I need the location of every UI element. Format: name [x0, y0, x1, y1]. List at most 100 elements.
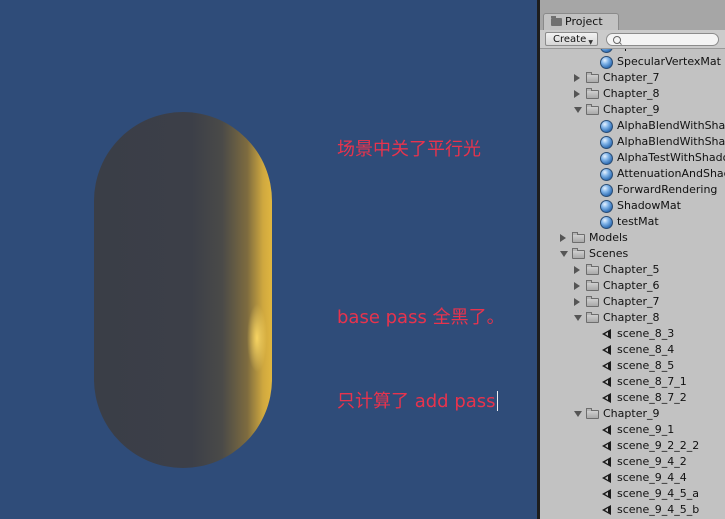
tree-item-label: AlphaBlendWithShadow — [617, 119, 725, 132]
create-button[interactable]: Create ▼ — [545, 32, 598, 46]
project-tree-list: SpecularVertexLevelSpecularVertexMatChap… — [540, 49, 725, 518]
tree-item-label: AttenuationAndShadowMat — [617, 167, 725, 180]
tree-scene-item[interactable]: scene_9_4_5_a — [540, 486, 725, 502]
tree-folder-item[interactable]: Models — [540, 230, 725, 246]
tree-item-label: scene_9_4_2 — [617, 455, 687, 468]
unity-scene-icon — [600, 329, 611, 340]
tree-item-label: Chapter_7 — [603, 295, 660, 308]
expand-arrow-down-icon[interactable] — [574, 107, 582, 113]
tab-project[interactable]: Project — [543, 13, 619, 30]
unity-scene-icon — [600, 345, 611, 356]
scene-view[interactable]: 场景中关了平行光 base pass 全黑了。 只计算了 add pass — [0, 0, 537, 519]
tree-scene-item[interactable]: scene_9_4_4 — [540, 470, 725, 486]
tree-item-label: scene_8_7_2 — [617, 391, 687, 404]
tree-item-label: scene_9_2_2_2 — [617, 439, 700, 452]
project-toolbar: Create ▼ — [540, 30, 725, 49]
folder-icon — [586, 280, 599, 291]
tree-item-label: scene_8_3 — [617, 327, 675, 340]
project-tree[interactable]: SpecularVertexLevelSpecularVertexMatChap… — [540, 49, 725, 519]
tree-folder-item[interactable]: Chapter_9 — [540, 102, 725, 118]
material-sphere-icon — [600, 136, 613, 149]
unity-scene-icon — [600, 361, 611, 372]
tree-folder-item[interactable]: Chapter_8 — [540, 310, 725, 326]
unity-scene-icon — [600, 473, 611, 484]
tree-material-item[interactable]: AlphaBlendWithShadowMat — [540, 134, 725, 150]
tree-scene-item[interactable]: scene_8_3 — [540, 326, 725, 342]
project-panel: Project Create ▼ SpecularVertexLevelSpec… — [540, 0, 725, 519]
unity-scene-icon — [600, 377, 611, 388]
tree-item-label: scene_8_4 — [617, 343, 675, 356]
tree-folder-item[interactable]: Chapter_5 — [540, 262, 725, 278]
expand-arrow-right-icon[interactable] — [574, 266, 580, 274]
material-sphere-icon — [600, 56, 613, 69]
folder-icon — [586, 296, 599, 307]
unity-scene-icon — [600, 489, 611, 500]
tree-folder-item[interactable]: Chapter_6 — [540, 278, 725, 294]
tree-item-label: scene_9_4_5_b — [617, 503, 700, 516]
tree-material-item[interactable]: AlphaBlendWithShadow — [540, 118, 725, 134]
annotation-line-3: 只计算了 add pass — [337, 388, 505, 416]
text-caret — [496, 391, 498, 411]
expand-arrow-down-icon[interactable] — [560, 251, 568, 257]
tree-material-item[interactable]: SpecularVertexMat — [540, 54, 725, 70]
tree-material-item[interactable]: ShadowMat — [540, 198, 725, 214]
tree-item-label: AlphaTestWithShadow — [617, 151, 725, 164]
tab-bar: Project — [540, 0, 725, 30]
tree-item-label: scene_8_7_1 — [617, 375, 687, 388]
unity-scene-icon — [600, 457, 611, 468]
tree-item-label: Chapter_9 — [603, 103, 660, 116]
expand-arrow-right-icon[interactable] — [574, 298, 580, 306]
material-sphere-icon — [600, 216, 613, 229]
expand-arrow-down-icon[interactable] — [574, 315, 582, 321]
dropdown-caret-icon: ▼ — [588, 39, 593, 46]
folder-icon — [586, 408, 599, 419]
tree-folder-item[interactable]: Chapter_8 — [540, 86, 725, 102]
material-sphere-icon — [600, 168, 613, 181]
annotation-blank-line — [337, 220, 505, 248]
tree-scene-item[interactable]: scene_8_4 — [540, 342, 725, 358]
tree-folder-item[interactable]: Scenes — [540, 246, 725, 262]
tab-project-label: Project — [565, 15, 603, 28]
tree-scene-item[interactable]: scene_9_4_5_b — [540, 502, 725, 518]
tree-material-item[interactable]: testMat — [540, 214, 725, 230]
expand-arrow-right-icon[interactable] — [574, 74, 580, 82]
tree-material-item[interactable]: AlphaTestWithShadow — [540, 150, 725, 166]
expand-arrow-right-icon[interactable] — [574, 90, 580, 98]
tree-scene-item[interactable]: scene_8_7_2 — [540, 390, 725, 406]
expand-arrow-down-icon[interactable] — [574, 411, 582, 417]
tree-folder-item[interactable]: Chapter_7 — [540, 70, 725, 86]
unity-scene-icon — [600, 441, 611, 452]
tree-item-label: testMat — [617, 215, 659, 228]
tree-item-label: SpecularVertexMat — [617, 55, 721, 68]
tree-folder-item[interactable]: Chapter_9 — [540, 406, 725, 422]
tree-scene-item[interactable]: scene_9_2_2_2 — [540, 438, 725, 454]
expand-arrow-right-icon[interactable] — [574, 282, 580, 290]
material-sphere-icon — [600, 120, 613, 133]
scene-annotation: 场景中关了平行光 base pass 全黑了。 只计算了 add pass — [337, 80, 505, 472]
tree-scene-item[interactable]: scene_9_1 — [540, 422, 725, 438]
tree-scene-item[interactable]: scene_8_5 — [540, 358, 725, 374]
folder-icon — [586, 104, 599, 115]
search-input[interactable] — [606, 33, 719, 46]
expand-arrow-right-icon[interactable] — [560, 234, 566, 242]
tree-material-item[interactable]: ForwardRendering — [540, 182, 725, 198]
material-sphere-icon — [600, 49, 613, 53]
create-button-label: Create — [553, 34, 587, 45]
tree-item-label: Chapter_5 — [603, 263, 660, 276]
tree-item-label: Models — [589, 231, 628, 244]
material-sphere-icon — [600, 184, 613, 197]
material-sphere-icon — [600, 200, 613, 213]
folder-icon — [572, 232, 585, 243]
folder-icon — [586, 88, 599, 99]
capsule-object[interactable] — [94, 112, 272, 468]
tree-item-label: scene_9_4_4 — [617, 471, 687, 484]
tree-item-label: Chapter_8 — [603, 87, 660, 100]
tree-item-label: Chapter_9 — [603, 407, 660, 420]
tree-scene-item[interactable]: scene_8_7_1 — [540, 374, 725, 390]
folder-icon — [586, 312, 599, 323]
tree-folder-item[interactable]: Chapter_7 — [540, 294, 725, 310]
tree-item-label: AlphaBlendWithShadowMat — [617, 135, 725, 148]
tree-scene-item[interactable]: scene_9_4_2 — [540, 454, 725, 470]
folder-icon — [572, 248, 585, 259]
tree-material-item[interactable]: AttenuationAndShadowMat — [540, 166, 725, 182]
